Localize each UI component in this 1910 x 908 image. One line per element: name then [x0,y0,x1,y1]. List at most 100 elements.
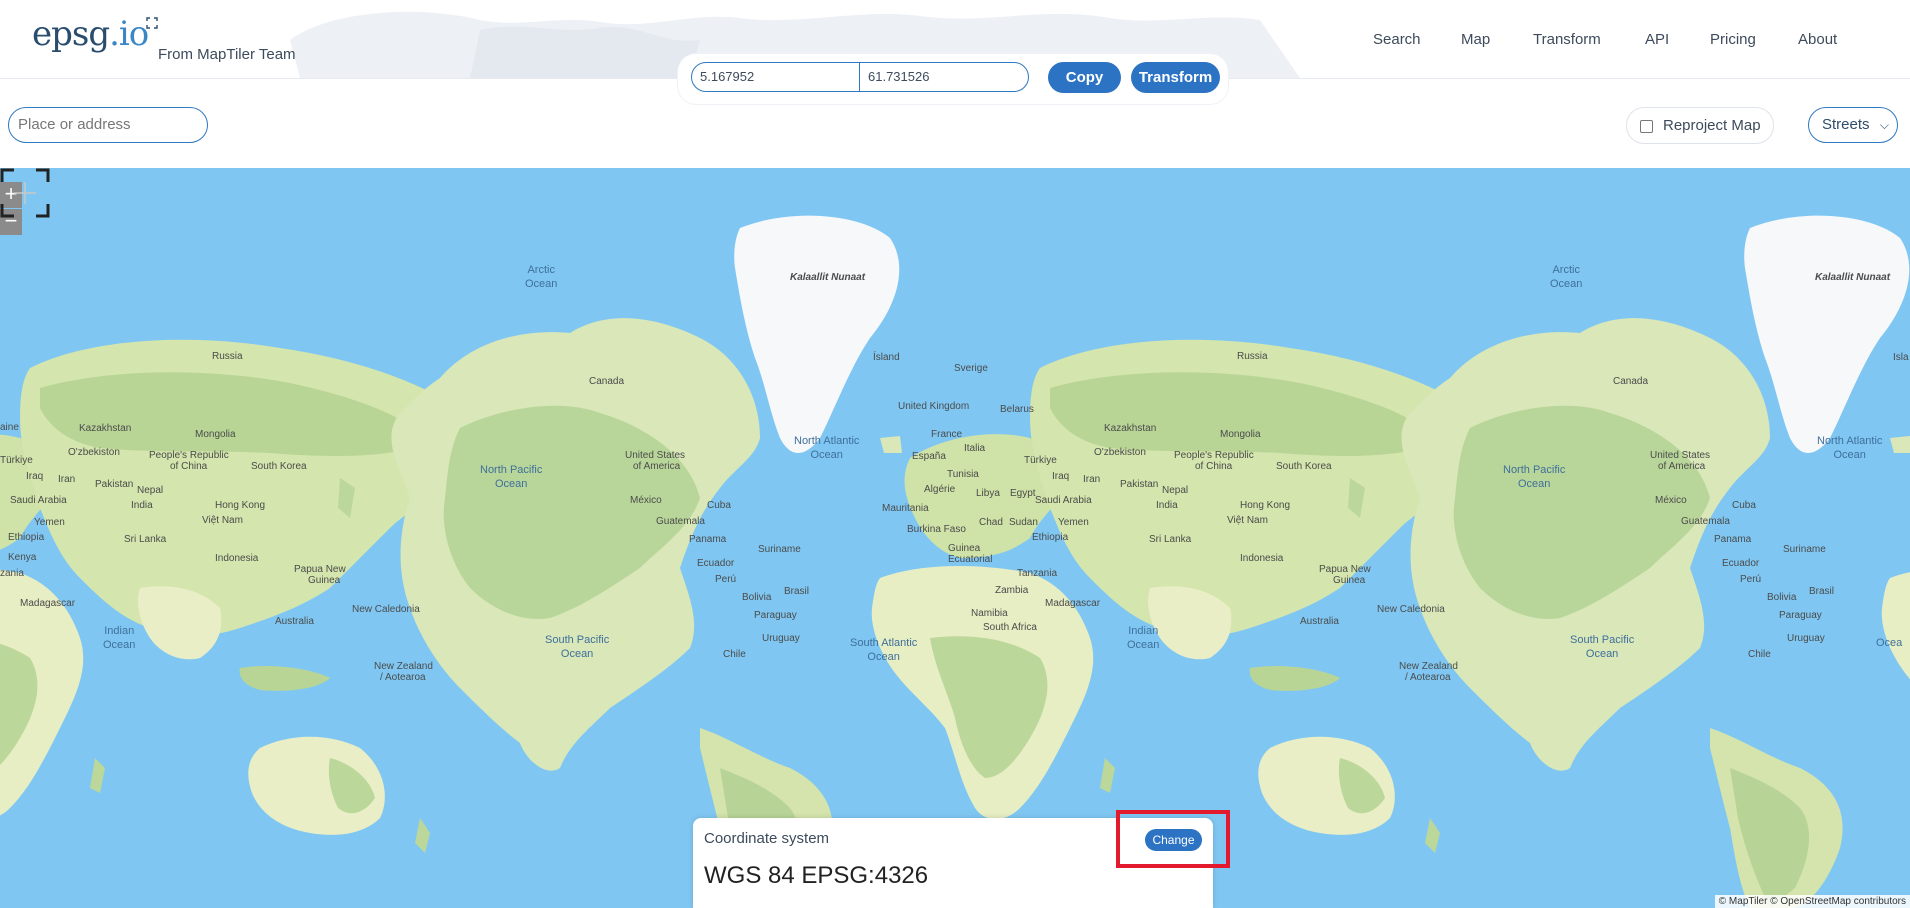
country-label: Ecuatorial [948,554,993,565]
nav-pricing[interactable]: Pricing [1710,31,1756,48]
country-label: Brasil [1809,586,1835,597]
x-coordinate-input[interactable]: 5.167952 [691,62,860,92]
country-label: Panama [689,534,727,545]
country-label: Russia [212,351,243,362]
country-label: / Aotearoa [1405,672,1451,683]
country-label: Guatemala [656,516,705,527]
ocean-label: Ocea [1876,637,1903,649]
country-label: Yemen [34,517,65,528]
nav-about[interactable]: About [1798,31,1837,48]
country-label: Isla [1893,352,1909,363]
reproject-label: Reproject Map [1663,117,1761,134]
country-label: Cuba [1732,500,1756,511]
country-label: Perú [1740,574,1762,585]
country-label: France [931,429,963,440]
world-map[interactable]: + − Arctic Ocean Arctic Ocean North Atlant… [0,168,1910,908]
country-label: of China [170,461,208,472]
country-label: Guatemala [1681,516,1730,527]
country-label: Papua New [1319,564,1371,575]
country-label: México [630,495,662,506]
nav-api[interactable]: API [1645,31,1669,48]
country-label: Kazakhstan [1104,423,1157,434]
country-label: Burkina Faso [907,524,966,535]
ocean-label: North Pacific Ocean [480,464,543,490]
country-label: Indonesia [1240,553,1284,564]
country-label: New Caledonia [1377,604,1445,615]
country-label: of America [633,461,681,472]
country-label: United States [625,450,686,461]
crs-label: Coordinate system [704,830,830,847]
logo-main: epsg [32,14,110,54]
country-label: Kazakhstan [79,423,132,434]
transform-button[interactable]: Transform [1131,62,1220,93]
country-label: México [1655,495,1687,506]
ocean-label: North Pacific Ocean [1503,464,1566,490]
country-label: Iraq [26,471,44,482]
country-label: Việt Nam [1227,515,1268,526]
country-label: Kalaallit Nunaat [790,272,866,283]
map-style-value: Streets [1822,116,1870,133]
crs-name: WGS 84 EPSG:4326 [704,862,929,889]
country-label: Uruguay [762,633,800,644]
country-label: Chile [723,649,746,660]
country-label: Suriname [758,544,801,555]
nav-search[interactable]: Search [1373,31,1421,48]
map-style-select[interactable]: Streets ⌵ [1808,107,1898,143]
country-label: Saudi Arabia [10,495,67,506]
country-label: aine [0,422,19,433]
ocean-label: Arctic Ocean [525,264,558,290]
country-label: South Korea [1276,461,1332,472]
country-label: Mongolia [1220,429,1261,440]
ocean-label: North Atlantic Ocean [1817,435,1883,461]
country-label: Brasil [784,586,810,597]
country-label: India [131,500,153,511]
country-label: Paraguay [754,610,797,621]
country-label: Sverige [954,363,988,374]
country-label: Chile [1748,649,1771,660]
logo[interactable]: epsg.io [32,14,149,54]
country-label: Sri Lanka [1149,534,1192,545]
ocean-label: South Atlantic Ocean [850,637,918,663]
country-label: Ecuador [1722,558,1760,569]
country-label: Ethiopia [8,532,45,543]
reproject-map-toggle[interactable]: Reproject Map [1626,107,1774,144]
country-label: People's Republic [1174,450,1254,461]
country-label: Saudi Arabia [1035,495,1092,506]
country-label: Bolivia [1767,592,1797,603]
country-label: Suriname [1783,544,1826,555]
country-label: Guinea [308,575,341,586]
country-label: Nepal [1162,485,1189,496]
country-label: Ísland [873,352,900,363]
country-label: Nepal [137,485,164,496]
ocean-label: Indian Ocean [1127,625,1160,651]
place-search-input[interactable]: Place or address [8,107,208,143]
country-label: Hong Kong [1240,500,1291,511]
ocean-label: South Pacific Ocean [545,634,610,660]
country-label: New Zealand [374,661,433,672]
country-label: Italia [964,443,986,454]
country-label: / Aotearoa [380,672,426,683]
country-label: Zambia [995,585,1029,596]
copy-button[interactable]: Copy [1048,62,1121,93]
country-label: Ecuador [697,558,735,569]
country-label: New Caledonia [352,604,420,615]
reproject-checkbox[interactable] [1640,120,1653,133]
country-label: of China [1195,461,1233,472]
country-label: Uruguay [1787,633,1825,644]
expand-icon [146,17,158,29]
country-label: Madagascar [20,598,76,609]
country-label: Papua New [294,564,346,575]
country-label: Belarus [1000,404,1034,415]
country-label: Australia [275,616,314,627]
country-label: Chad [979,517,1003,528]
country-label: zania [0,568,24,579]
ocean-label: Arctic Ocean [1550,264,1583,290]
country-label: South Korea [251,461,307,472]
country-label: Australia [1300,616,1339,627]
map-attribution[interactable]: © MapTiler © OpenStreetMap contributors [1714,895,1910,908]
country-label: United States [1650,450,1711,461]
country-label: Guinea [1333,575,1366,586]
nav-transform[interactable]: Transform [1533,31,1601,48]
y-coordinate-input[interactable]: 61.731526 [859,62,1029,92]
nav-map[interactable]: Map [1461,31,1490,48]
